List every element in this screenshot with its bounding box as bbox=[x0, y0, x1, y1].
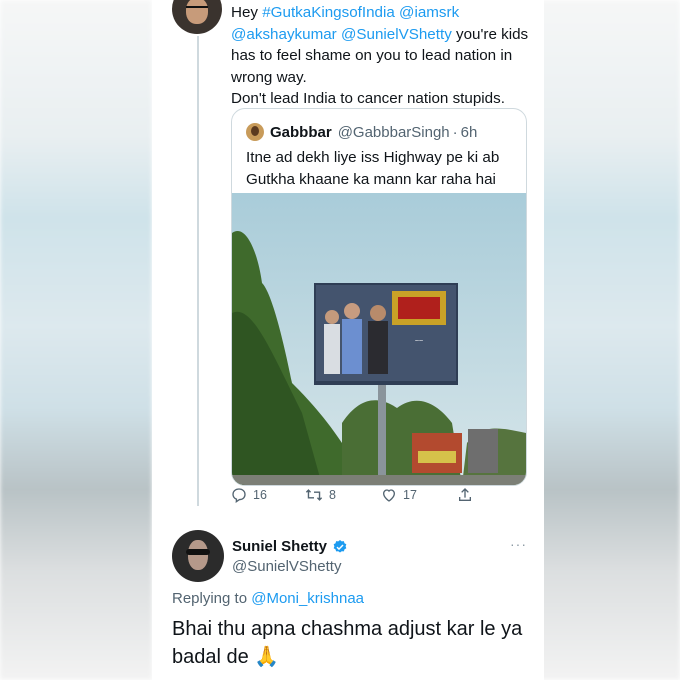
quoted-avatar[interactable] bbox=[246, 123, 264, 141]
thread-connector-line bbox=[197, 36, 199, 506]
tweet-actions-bar: 16 8 17 bbox=[231, 487, 531, 509]
quoted-dot: · bbox=[452, 123, 458, 141]
replying-to-label: Replying to bbox=[172, 590, 252, 607]
share-icon bbox=[459, 488, 471, 501]
like-action[interactable]: 17 bbox=[381, 487, 417, 503]
reply-action[interactable]: 16 bbox=[231, 487, 267, 503]
tweet1-text-line2: Don't lead India to cancer nation stupid… bbox=[231, 90, 505, 107]
billboard-photo[interactable]: ~~ bbox=[232, 193, 526, 485]
retweet-count: 8 bbox=[329, 488, 336, 502]
quoted-author-name[interactable]: Gabbbar bbox=[270, 124, 332, 141]
quoted-tweet[interactable]: Gabbbar @GabbbarSingh · 6h Itne ad dekh li… bbox=[231, 108, 527, 486]
tweet1-avatar[interactable] bbox=[172, 0, 222, 34]
retweet-icon bbox=[305, 489, 323, 501]
avatar2-face bbox=[188, 540, 208, 570]
avatar-glasses bbox=[186, 6, 208, 13]
replying-to-line: Replying to @Moni_krishnaa bbox=[172, 590, 364, 607]
tweet1-text: Hey #GutkaKingsofIndia @iamsrk @akshayku… bbox=[231, 2, 531, 110]
mention-link-sunielvshetty[interactable]: @SunielVShetty bbox=[341, 26, 452, 43]
heart-icon bbox=[382, 489, 396, 502]
replying-to-mention[interactable]: @Moni_krishnaa bbox=[251, 590, 364, 607]
tweet2-avatar[interactable] bbox=[172, 530, 224, 582]
verified-badge-icon bbox=[333, 539, 347, 553]
avatar2-sunglasses bbox=[186, 549, 210, 555]
tweet2-author-name[interactable]: Suniel Shetty bbox=[232, 538, 327, 555]
like-count: 17 bbox=[403, 488, 417, 502]
retweet-action[interactable]: 8 bbox=[305, 487, 336, 503]
reply-tweet-text: Bhai thu apna chashma adjust kar le ya b… bbox=[172, 618, 523, 668]
more-options-icon[interactable]: ··· bbox=[510, 536, 527, 552]
quoted-tweet-header: Gabbbar @GabbbarSingh · 6h bbox=[246, 122, 477, 142]
blurred-backdrop-right bbox=[528, 0, 680, 680]
mention-link-iamsrk[interactable]: @iamsrk bbox=[399, 4, 459, 21]
svg-text:~~: ~~ bbox=[415, 338, 423, 345]
quoted-author-handle[interactable]: @GabbbarSingh bbox=[338, 124, 450, 141]
hashtag-link[interactable]: #GutkaKingsofIndia bbox=[262, 4, 395, 21]
tweet1-text-prefix: Hey bbox=[231, 4, 263, 21]
blurred-backdrop-left bbox=[0, 0, 152, 680]
tweet-thread-card: Hey #GutkaKingsofIndia @iamsrk @akshayku… bbox=[152, 0, 544, 680]
share-action[interactable] bbox=[457, 487, 473, 503]
tweet2-author-handle[interactable]: @SunielVShetty bbox=[232, 558, 341, 575]
quoted-tweet-text: Itne ad dekh liye iss Highway pe ki ab G… bbox=[246, 149, 500, 188]
mention-link-akshaykumar[interactable]: @akshaykumar bbox=[231, 26, 337, 43]
quoted-time[interactable]: 6h bbox=[461, 124, 478, 141]
reply-icon bbox=[232, 488, 246, 503]
reply-count: 16 bbox=[253, 488, 267, 502]
tweet2-author-name-row[interactable]: Suniel Shetty bbox=[232, 538, 348, 555]
